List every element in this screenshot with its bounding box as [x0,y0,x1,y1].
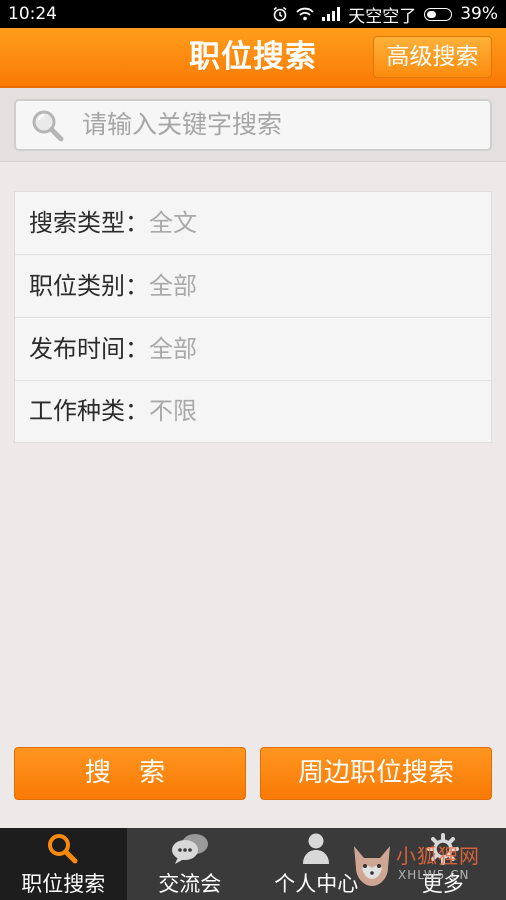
nav-item-job-search[interactable]: 职位搜索 [0,828,127,900]
advanced-search-button[interactable]: 高级搜索 [373,36,492,78]
filter-value: 不限 [149,397,197,425]
filter-work-type[interactable]: 工作种类：不限 [15,381,491,442]
battery-icon [424,7,453,21]
title-bar: 职位搜索 高级搜索 [0,28,506,88]
search-box[interactable] [14,99,492,151]
chat-icon [127,832,254,866]
nav-item-exchange[interactable]: 交流会 [127,828,254,900]
filter-list: 搜索类型：全文 职位类别：全部 发布时间：全部 工作种类：不限 [14,191,492,443]
filter-value: 全部 [149,335,197,363]
filter-label: 发布时间： [29,335,149,363]
filter-job-category[interactable]: 职位类别：全部 [15,255,491,318]
watermark-sub: XHLW5.CN [398,868,470,882]
filter-value: 全文 [149,209,197,237]
filter-publish-time[interactable]: 发布时间：全部 [15,318,491,381]
nav-label: 交流会 [158,872,222,896]
watermark-text: 小狐狸网 [396,844,480,868]
nearby-job-search-button[interactable]: 周边职位搜索 [260,747,492,800]
filter-label: 搜索类型： [29,209,149,237]
filter-search-type[interactable]: 搜索类型：全文 [15,192,491,255]
search-button[interactable]: 搜 索 [14,747,246,800]
filter-value: 全部 [149,272,197,300]
battery-percent: 39% [460,4,498,24]
filter-label: 职位类别： [29,272,149,300]
search-icon [30,108,66,148]
status-indicators: 天空空了 39% [272,2,498,27]
status-bar: 10:24 天空空了 39% [0,0,506,28]
search-input[interactable] [82,101,480,149]
watermark: 小狐狸网 XHLW5.CN [350,838,500,898]
signal-icon [322,7,341,21]
search-area [0,88,506,162]
status-time: 10:24 [8,4,57,24]
carrier-name: 天空空了 [348,6,417,27]
filter-label: 工作种类： [29,397,149,425]
nav-label: 职位搜索 [21,872,106,896]
fox-logo-icon [350,842,394,894]
wifi-icon [296,7,314,21]
alarm-icon [272,6,288,22]
search-icon [0,832,127,866]
